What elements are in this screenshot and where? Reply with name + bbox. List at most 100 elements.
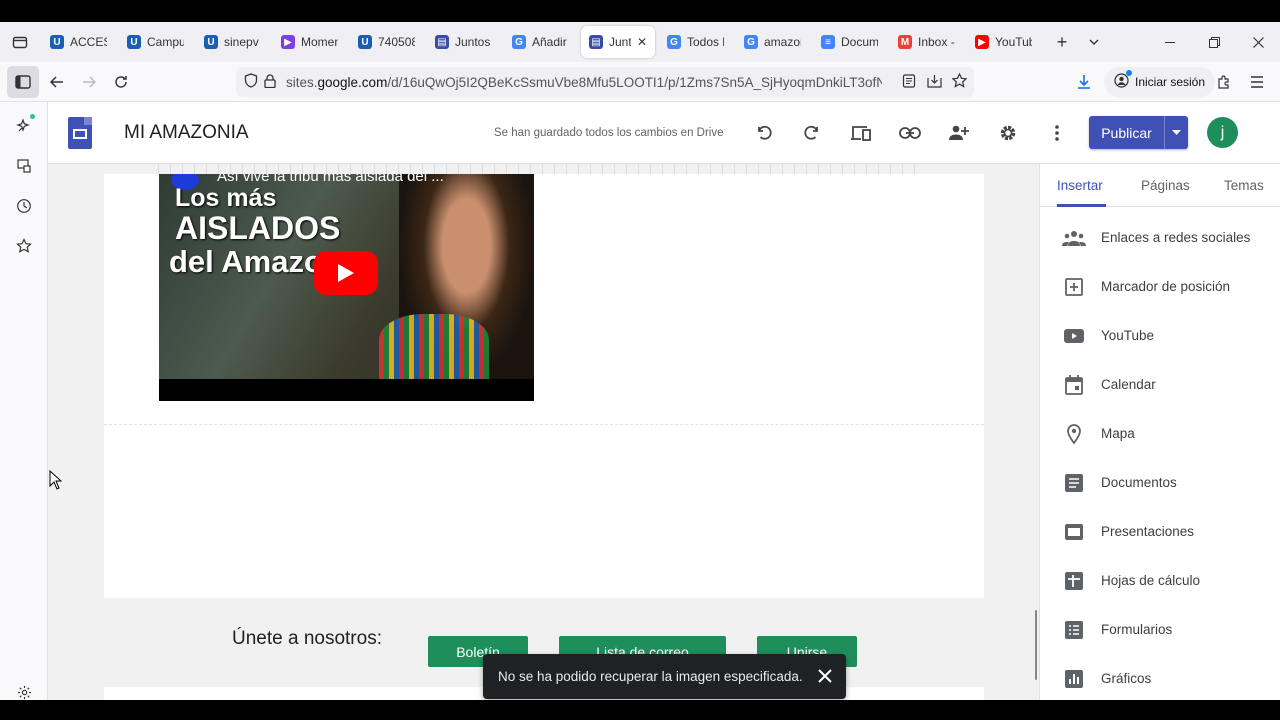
insert-item-label: Marcador de posición <box>1101 279 1231 294</box>
youtube-embed[interactable]: Así vive la tribu más aislada del ... Lo… <box>159 174 534 401</box>
browser-tab[interactable]: G Añadir <box>504 26 577 58</box>
browser-tab[interactable]: U 740508 <box>350 26 423 58</box>
restore-icon[interactable] <box>1192 26 1236 58</box>
reader-view-icon[interactable] <box>902 73 916 91</box>
forward-icon[interactable] <box>73 66 105 98</box>
device-preview-icon[interactable] <box>841 117 881 149</box>
menu-hamburger-icon[interactable] <box>1241 66 1273 98</box>
close-toast-icon[interactable] <box>818 669 832 688</box>
close-tab-icon[interactable]: ✕ <box>637 35 647 49</box>
sidebar-toggle-icon[interactable] <box>7 65 39 98</box>
tracking-shield-icon[interactable] <box>244 73 258 91</box>
save-page-icon[interactable] <box>927 74 942 91</box>
browser-tab[interactable]: ▶ Momen <box>273 26 346 58</box>
thumbnail-text-line1: Los más <box>175 184 277 212</box>
tab-overview-icon[interactable] <box>4 26 36 58</box>
browser-tab[interactable]: ▤ Junt ✕ <box>581 26 655 58</box>
tab-list-chevron-icon[interactable] <box>1078 26 1110 58</box>
video-icon: ▶ <box>281 35 295 49</box>
insert-slides[interactable]: Presentaciones <box>1040 507 1280 556</box>
close-window-icon[interactable] <box>1236 26 1280 58</box>
downloads-icon[interactable] <box>1068 66 1100 98</box>
account-icon <box>1114 70 1132 91</box>
publish-button[interactable]: Publicar <box>1089 116 1164 149</box>
university-icon: U <box>358 35 372 49</box>
tab-insert[interactable]: Insertar <box>1057 178 1103 193</box>
back-icon[interactable] <box>41 66 73 98</box>
insert-item-label: Presentaciones <box>1101 524 1195 539</box>
synced-tabs-icon[interactable] <box>8 150 40 182</box>
tab-pages[interactable]: Páginas <box>1141 178 1190 193</box>
insert-social-links[interactable]: Enlaces a redes sociales <box>1040 213 1280 262</box>
lock-icon[interactable] <box>264 73 276 91</box>
navigation-bar: sites.google.com/d/16uQwOj5I2QBeKcSsmuVb… <box>0 62 1280 102</box>
undo-icon[interactable] <box>744 117 784 149</box>
calendar-icon <box>1062 373 1086 397</box>
browser-window: U ACCESI U Campus Usinepv ▶ Momen U 740508 ▤ Junto… <box>0 22 1280 700</box>
tab-title: 740508 <box>378 35 415 49</box>
canvas-scrollbar[interactable] <box>1035 610 1037 680</box>
docs-icon: ≡ <box>821 35 835 49</box>
insert-docs[interactable]: Documentos <box>1040 458 1280 507</box>
thumbnail-necklace <box>379 314 489 379</box>
customize-sidebar-icon[interactable] <box>8 676 40 700</box>
youtube-icon: ▶ <box>975 35 989 49</box>
minimize-icon[interactable] <box>1148 26 1192 58</box>
publish-dropdown-icon[interactable] <box>1164 116 1188 149</box>
more-options-icon[interactable] <box>1037 117 1077 149</box>
mouse-cursor-icon <box>49 469 63 495</box>
ai-chatbot-icon[interactable] <box>8 110 40 142</box>
browser-tab[interactable]: Usinepv <box>196 26 269 58</box>
new-tab-icon[interactable]: + <box>1046 26 1078 58</box>
site-page: Así vive la tribu más aislada del ... Lo… <box>104 174 984 700</box>
share-with-others-icon[interactable] <box>939 117 979 149</box>
bookmarks-icon[interactable] <box>8 230 40 262</box>
url-bar[interactable]: sites.google.com/d/16uQwOj5I2QBeKcSsmuVb… <box>236 67 974 97</box>
browser-tab[interactable]: ≡ Docum <box>813 26 886 58</box>
bookmark-star-icon[interactable] <box>951 72 968 91</box>
history-icon[interactable] <box>8 190 40 222</box>
insert-sheets[interactable]: Hojas de cálculo <box>1040 556 1280 605</box>
tab-title: amazor <box>764 35 801 49</box>
settings-gear-icon[interactable] <box>988 117 1028 149</box>
insert-forms[interactable]: Formularios <box>1040 605 1280 654</box>
browser-tab[interactable]: G Todos l <box>659 26 732 58</box>
tab-title: ACCESI <box>70 35 107 49</box>
insert-item-label: Formularios <box>1101 622 1173 637</box>
insert-calendar[interactable]: Calendar <box>1040 360 1280 409</box>
browser-tab[interactable]: M Inbox - <box>890 26 963 58</box>
insert-item-label: YouTube <box>1101 328 1155 343</box>
insert-item-label: Enlaces a redes sociales <box>1101 230 1251 245</box>
insert-charts[interactable]: Gráficos <box>1040 654 1280 700</box>
reload-icon[interactable] <box>105 66 137 98</box>
university-icon: U <box>204 35 218 49</box>
browser-tab[interactable]: ▤ Juntos <box>427 26 500 58</box>
browser-tab[interactable]: U Campus <box>119 26 192 58</box>
google-sites-logo-icon[interactable] <box>68 116 92 149</box>
url-domain: google.com <box>317 74 388 90</box>
insert-youtube[interactable]: YouTube <box>1040 311 1280 360</box>
insert-map[interactable]: Mapa <box>1040 409 1280 458</box>
browser-tab[interactable]: Gamazor <box>736 26 809 58</box>
insert-placeholder[interactable]: Marcador de posición <box>1040 262 1280 311</box>
redo-icon[interactable] <box>792 117 832 149</box>
site-title[interactable]: MI AMAZONIA <box>124 122 424 144</box>
tab-title: Docum <box>841 35 878 49</box>
tab-themes[interactable]: Temas <box>1224 178 1264 193</box>
browser-tab[interactable]: ▶ YouTub <box>967 26 1040 58</box>
google-icon: G <box>512 35 526 49</box>
people-icon <box>1062 226 1086 250</box>
insert-item-label: Hojas de cálculo <box>1101 573 1201 588</box>
gmail-icon: M <box>898 35 912 49</box>
extensions-icon[interactable] <box>1208 66 1240 98</box>
link-icon[interactable] <box>890 117 930 149</box>
tab-title: Inbox - <box>918 35 955 49</box>
avatar[interactable]: j <box>1207 117 1238 148</box>
sign-in-button[interactable]: Iniciar sesión <box>1104 67 1216 97</box>
sign-in-label: Iniciar sesión <box>1135 75 1206 89</box>
tab-title: Juntos <box>455 35 491 49</box>
google-icon: G <box>744 35 758 49</box>
insert-item-label: Documentos <box>1101 475 1177 490</box>
youtube-play-icon[interactable] <box>314 251 378 295</box>
browser-tab[interactable]: U ACCESI <box>42 26 115 58</box>
